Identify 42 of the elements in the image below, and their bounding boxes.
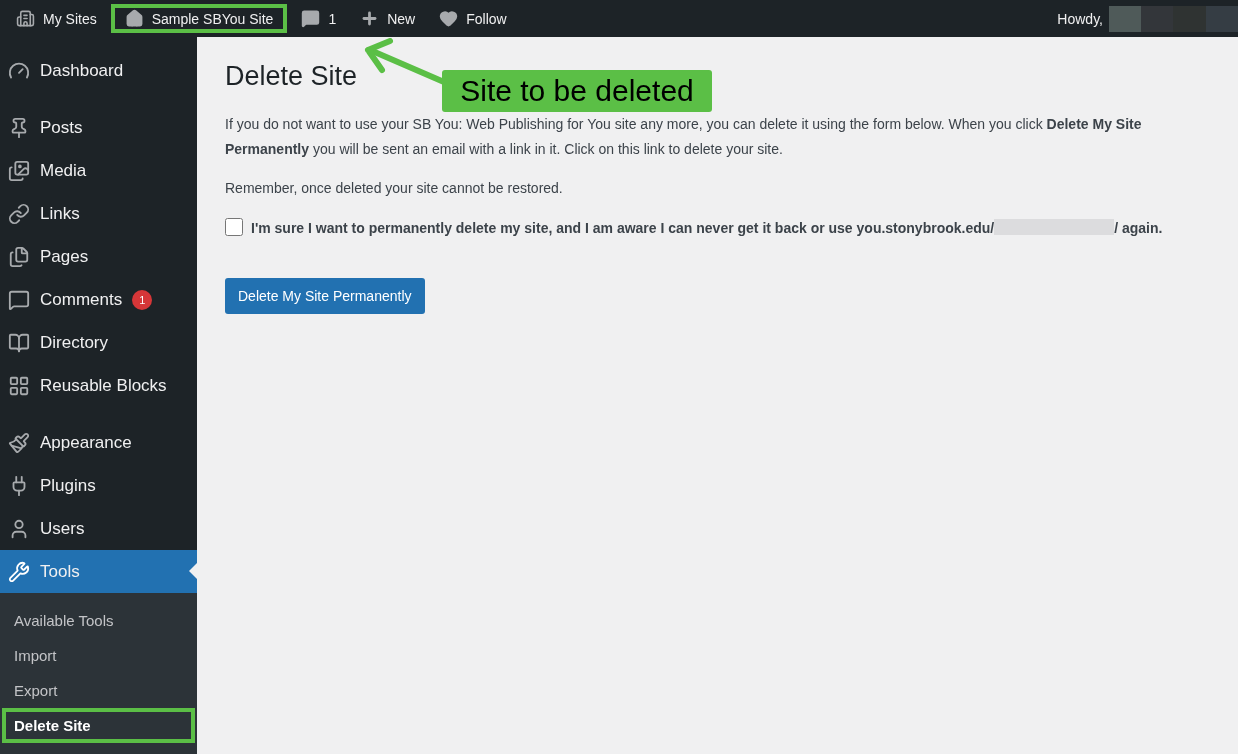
- submenu-item[interactable]: Available Tools: [2, 603, 195, 638]
- paragraph: Remember, once deleted your site cannot be restored.: [225, 179, 564, 198]
- admin-bar-item[interactable]: Follow: [429, 0, 517, 37]
- sidebar-item[interactable]: Dashboard: [0, 49, 197, 92]
- house-icon: [124, 9, 144, 28]
- pages-icon: [8, 245, 30, 268]
- houses-icon: [16, 9, 35, 28]
- speech-bubble-icon: [301, 9, 321, 28]
- link-icon: [8, 202, 30, 225]
- delete-site-button[interactable]: Delete My Site Permanently: [225, 278, 425, 314]
- checkbox[interactable]: [225, 218, 243, 236]
- page-title: Delete Site: [225, 61, 358, 92]
- greeting: Howdy,: [1057, 10, 1103, 27]
- sidebar-item[interactable]: Appearance: [0, 421, 197, 464]
- admin-bar-item[interactable]: 1: [291, 0, 347, 37]
- sidebar-item[interactable]: Media: [0, 149, 197, 192]
- sidebar-item[interactable]: Users: [0, 507, 197, 550]
- sidebar-item[interactable]: Reusable Blocks: [0, 364, 197, 407]
- submenu-item[interactable]: Import: [2, 638, 195, 673]
- count-badge: 1: [132, 289, 153, 310]
- sidebar-item[interactable]: Posts: [0, 106, 197, 149]
- admin-bar-item[interactable]: New: [350, 0, 426, 37]
- paintbrush-icon: [8, 431, 30, 454]
- sidebar-item[interactable]: Plugins: [0, 464, 197, 507]
- submenu-item[interactable]: Delete Site: [2, 708, 195, 743]
- admin-bar-item[interactable]: Sample SBYou Site: [110, 4, 288, 33]
- images-icon: [8, 159, 30, 182]
- speech-bubble-icon: [8, 288, 30, 311]
- sidebar-item[interactable]: Links: [0, 192, 197, 235]
- book-icon: [8, 331, 30, 354]
- heart-icon: [439, 9, 459, 28]
- confirm-checkbox-label[interactable]: I'm sure I want to permanently delete my site, and I am aware I can never get it back or use you.stonybrook.edu/ / again.: [225, 215, 1210, 242]
- grid-icon: [8, 374, 30, 397]
- sidebar-item[interactable]: Pages: [0, 235, 197, 278]
- wrench-icon: [8, 560, 30, 583]
- paragraph: If you do not want to use your SB You: Web Publishing for You site any more, you can delete it using the form below. When you click Delete My Site Permanently you will be sent an email with a link in it. Click on this link to delete your site.: [225, 115, 1143, 159]
- annotation-callout: Site to be deleted: [442, 70, 712, 112]
- sidebar-item[interactable]: Tools: [0, 550, 197, 593]
- submenu-item[interactable]: Export: [2, 673, 195, 708]
- admin-bar-item[interactable]: My Sites: [6, 0, 107, 37]
- sidebar-item[interactable]: Directory: [0, 321, 197, 364]
- sidebar-item[interactable]: Comments 1: [0, 278, 197, 321]
